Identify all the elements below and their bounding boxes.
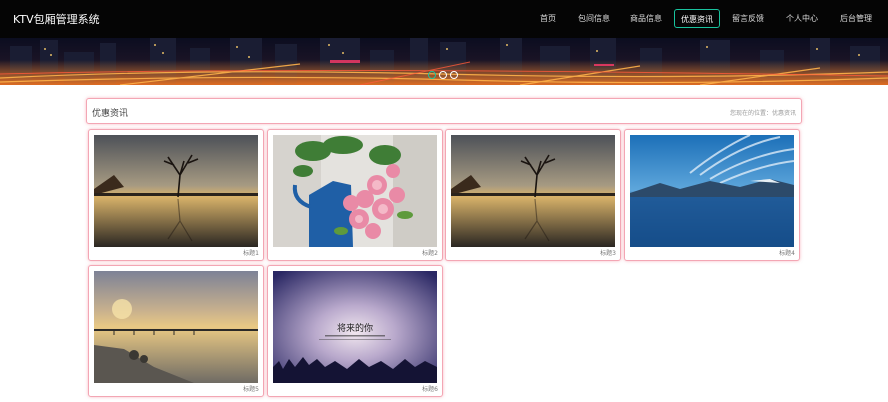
site-brand[interactable]: KTV包厢管理系统 bbox=[13, 11, 100, 27]
nav-item-rooms[interactable]: 包间信息 bbox=[570, 9, 618, 28]
nav-item-products[interactable]: 商品信息 bbox=[622, 9, 670, 28]
promo-card-6[interactable]: 将来的你 标题6 bbox=[267, 265, 443, 397]
card-caption: 标题1 bbox=[243, 250, 259, 257]
promo-card-5[interactable]: 标题5 bbox=[88, 265, 264, 397]
nav-item-admin[interactable]: 后台管理 bbox=[832, 9, 880, 28]
nav-item-promotions[interactable]: 优惠资讯 bbox=[674, 9, 720, 28]
breadcrumb: 您现在的位置：优惠资讯 bbox=[729, 110, 796, 117]
card-caption: 标题4 bbox=[779, 250, 795, 257]
promo-card-2[interactable]: 标题2 bbox=[267, 129, 443, 261]
card-caption: 标题6 bbox=[422, 386, 438, 393]
banner-carousel[interactable] bbox=[0, 38, 888, 85]
promo-card-1[interactable]: 标题1 bbox=[88, 129, 264, 261]
carousel-dot-1[interactable] bbox=[428, 71, 436, 79]
nav-item-profile[interactable]: 个人中心 bbox=[778, 9, 826, 28]
promo-card-4[interactable]: 标题4 bbox=[624, 129, 800, 261]
section-header: 优惠资讯 您现在的位置：优惠资讯 bbox=[86, 98, 802, 124]
blue-lake-image bbox=[630, 135, 794, 247]
carousel-dot-3[interactable] bbox=[450, 71, 458, 79]
card-caption: 标题2 bbox=[422, 250, 438, 257]
section-title: 优惠资讯 bbox=[92, 109, 129, 119]
purple-sky-image: 将来的你 bbox=[273, 271, 437, 383]
top-nav-bar: KTV包厢管理系统 首页 包间信息 商品信息 优惠资讯 留言反馈 个人中心 后台… bbox=[0, 0, 888, 38]
nav-item-feedback[interactable]: 留言反馈 bbox=[724, 9, 772, 28]
nav-item-home[interactable]: 首页 bbox=[526, 9, 570, 28]
roses-image bbox=[273, 135, 437, 247]
poster-heading: 将来的你 bbox=[337, 322, 373, 334]
card-caption: 标题3 bbox=[600, 250, 616, 257]
carousel-dot-2[interactable] bbox=[439, 71, 447, 79]
river-bridge-image bbox=[94, 271, 258, 383]
lake-tree-image bbox=[451, 135, 615, 247]
card-caption: 标题5 bbox=[243, 386, 259, 393]
lake-tree-image bbox=[94, 135, 258, 247]
promo-card-3[interactable]: 标题3 bbox=[445, 129, 621, 261]
